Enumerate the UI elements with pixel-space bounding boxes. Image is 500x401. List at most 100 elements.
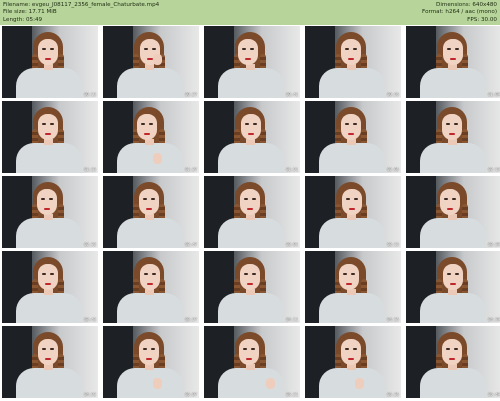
face: [140, 264, 160, 290]
right-eye: [49, 198, 53, 200]
lips: [447, 208, 453, 210]
face: [241, 114, 261, 140]
timestamp-label: 05:21: [285, 392, 298, 397]
video-thumbnail: 05:07: [103, 326, 199, 398]
timestamp-label: 02:33: [83, 242, 96, 247]
video-thumbnail: 02:47: [103, 176, 199, 248]
sweater: [117, 218, 183, 248]
face: [238, 39, 258, 65]
sweater: [16, 293, 82, 323]
timestamp-label: 00:41: [285, 92, 298, 97]
right-eye: [251, 348, 255, 350]
right-eye: [252, 198, 256, 200]
timestamp-label: 00:55: [386, 92, 399, 97]
sweater: [218, 293, 284, 323]
face: [442, 339, 462, 365]
face: [139, 339, 159, 365]
face: [239, 339, 259, 365]
thumbnail-grid: 00:13 00:27 00:41 00:55 01:09 01:23 01:3…: [0, 25, 500, 401]
sweater: [117, 368, 183, 398]
video-thumbnail: 01:09: [406, 26, 500, 98]
filesize-text: File size: 17.71 MiB: [3, 9, 57, 16]
lips: [146, 208, 152, 210]
info-header: Filename: evgeu_J08117_2356_female_Chatu…: [0, 0, 500, 25]
left-eye: [42, 48, 46, 50]
timestamp-label: 03:57: [184, 317, 197, 322]
lips: [348, 58, 354, 60]
face: [38, 39, 58, 65]
video-thumbnail: 02:19: [406, 101, 500, 173]
lips: [348, 358, 354, 360]
sweater: [16, 68, 82, 98]
sweater: [16, 218, 82, 248]
timestamp-label: 05:49: [487, 392, 500, 397]
sweater: [420, 368, 486, 398]
hand: [153, 54, 162, 65]
lips: [247, 283, 253, 285]
face: [38, 114, 58, 140]
lips: [45, 133, 51, 135]
sweater: [117, 143, 183, 173]
left-eye: [346, 198, 350, 200]
lips: [45, 283, 51, 285]
face: [38, 264, 58, 290]
lips: [45, 358, 51, 360]
left-eye: [41, 198, 45, 200]
lips: [246, 358, 252, 360]
left-eye: [446, 123, 450, 125]
lips: [45, 58, 51, 60]
face: [37, 189, 57, 215]
video-thumbnail: 05:21: [204, 326, 300, 398]
left-eye: [244, 273, 248, 275]
left-eye: [444, 198, 448, 200]
timestamp-label: 03:15: [386, 242, 399, 247]
face: [341, 114, 361, 140]
right-eye: [455, 48, 459, 50]
right-eye: [454, 348, 458, 350]
right-eye: [253, 123, 257, 125]
left-eye: [144, 273, 148, 275]
left-eye: [144, 48, 148, 50]
sweater: [420, 218, 486, 248]
left-eye: [42, 273, 46, 275]
timestamp-label: 01:23: [83, 167, 96, 172]
video-thumbnail: 04:39: [406, 251, 500, 323]
right-eye: [452, 198, 456, 200]
lips: [450, 58, 456, 60]
face: [137, 114, 157, 140]
video-thumbnail: 00:55: [305, 26, 401, 98]
timestamp-label: 04:39: [487, 317, 500, 322]
sweater: [319, 218, 385, 248]
timestamp-label: 02:47: [184, 242, 197, 247]
timestamp-label: 01:09: [487, 92, 500, 97]
lips: [245, 58, 251, 60]
left-eye: [143, 348, 147, 350]
fps-text: FPS: 30.00: [467, 16, 497, 23]
video-thumbnail: 01:37: [103, 101, 199, 173]
video-thumbnail: 03:01: [204, 176, 300, 248]
timestamp-label: 03:43: [83, 317, 96, 322]
video-thumbnail: 02:33: [2, 176, 98, 248]
right-eye: [50, 273, 54, 275]
video-thumbnail: 04:25: [305, 251, 401, 323]
timestamp-label: 03:29: [487, 242, 500, 247]
sweater: [218, 143, 284, 173]
face: [440, 189, 460, 215]
face: [339, 264, 359, 290]
left-eye: [446, 348, 450, 350]
left-eye: [42, 348, 46, 350]
format-text: Format: h264 / aac (mono): [422, 9, 497, 16]
lips: [346, 283, 352, 285]
face: [443, 39, 463, 65]
video-thumbnail: 00:41: [204, 26, 300, 98]
left-eye: [345, 123, 349, 125]
lips: [144, 133, 150, 135]
sweater: [420, 143, 486, 173]
length-text: Length: 05:49: [3, 16, 43, 23]
video-thumbnail: 03:43: [2, 251, 98, 323]
lips: [348, 133, 354, 135]
right-eye: [353, 348, 357, 350]
left-eye: [143, 198, 147, 200]
right-eye: [353, 48, 357, 50]
video-thumbnail: 01:23: [2, 101, 98, 173]
